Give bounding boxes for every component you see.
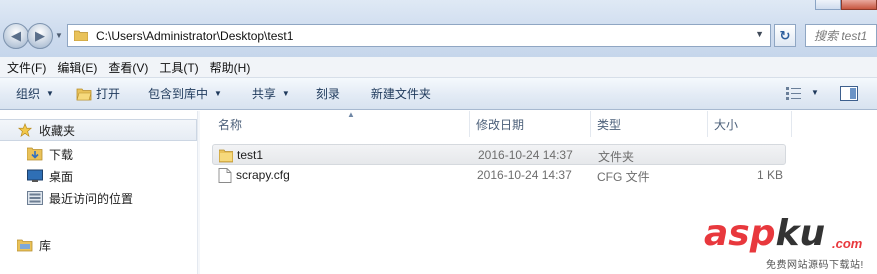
watermark-dotcom: .com <box>832 236 863 251</box>
folder-icon <box>219 149 233 163</box>
address-bar-row: ◀ ▶ ▼ C:\Users\Administrator\Desktop\tes… <box>0 0 877 57</box>
address-history-dropdown[interactable]: ▼ <box>755 29 764 39</box>
refresh-button[interactable]: ↻ <box>774 24 796 47</box>
file-modified: 2016-10-24 14:37 <box>478 148 573 162</box>
chevron-down-icon: ▼ <box>46 89 54 98</box>
command-toolbar: 组织 ▼ 打开 包含到库中 ▼ 共享 ▼ 刻录 新建文件夹 <box>0 78 877 110</box>
column-header-name[interactable]: ▲ 名称 <box>212 110 470 137</box>
column-header-type[interactable]: 类型 <box>591 111 708 137</box>
burn-button[interactable]: 刻录 <box>316 82 340 106</box>
address-path[interactable]: C:\Users\Administrator\Desktop\test1 <box>96 29 293 43</box>
burn-label: 刻录 <box>315 87 340 101</box>
open-folder-icon <box>76 88 92 100</box>
watermark-brand-dark: ku <box>775 213 826 254</box>
column-type-label: 类型 <box>597 117 622 132</box>
file-icon <box>218 168 232 183</box>
watermark-brand-red: asp <box>704 213 776 254</box>
arrow-right-icon: ▶ <box>35 28 45 43</box>
file-name: scrapy.cfg <box>236 168 290 182</box>
sort-ascending-icon: ▲ <box>347 110 355 119</box>
open-label: 打开 <box>95 87 120 101</box>
menu-file[interactable]: 文件(F) <box>4 59 54 76</box>
column-name-label: 名称 <box>218 117 243 132</box>
include-in-library-label: 包含到库中 <box>147 87 208 101</box>
back-button[interactable]: ◀ <box>3 23 29 49</box>
file-type: CFG 文件 <box>597 170 650 184</box>
view-options-dropdown[interactable]: ▼ <box>811 88 819 97</box>
menu-help[interactable]: 帮助(H) <box>207 59 259 76</box>
file-name: test1 <box>237 148 264 162</box>
folder-icon <box>74 30 88 41</box>
arrow-left-icon: ◀ <box>11 28 21 43</box>
nav-libraries-label: 库 <box>39 238 52 253</box>
close-button[interactable] <box>841 0 877 10</box>
nav-recent-places[interactable]: 最近访问的位置 <box>0 187 197 209</box>
menu-edit[interactable]: 编辑(E) <box>54 59 105 76</box>
share-label: 共享 <box>251 87 276 101</box>
change-view-icon[interactable] <box>786 86 802 100</box>
recent-places-icon <box>27 191 43 205</box>
chevron-down-icon: ▼ <box>281 89 290 98</box>
file-row[interactable]: scrapy.cfg 2016-10-24 14:37 CFG 文件 1 KB <box>212 165 786 186</box>
downloads-folder-icon <box>27 147 43 161</box>
nav-libraries[interactable]: 库 <box>0 234 197 256</box>
column-size-label: 大小 <box>714 117 739 132</box>
organize-label: 组织 <box>16 87 41 101</box>
menu-view[interactable]: 查看(V) <box>105 59 156 76</box>
window-controls <box>815 0 877 10</box>
chevron-down-icon: ▼ <box>213 89 222 98</box>
new-folder-label: 新建文件夹 <box>370 87 431 101</box>
search-input[interactable]: 搜索 test1 <box>805 24 877 47</box>
column-modified-label: 修改日期 <box>476 117 525 132</box>
search-placeholder: 搜索 test1 <box>814 29 868 43</box>
address-box[interactable]: C:\Users\Administrator\Desktop\test1 ▼ <box>67 24 771 47</box>
new-folder-button[interactable]: 新建文件夹 <box>371 82 431 106</box>
include-in-library-button[interactable]: 包含到库中 ▼ <box>148 82 222 106</box>
star-icon <box>17 123 33 137</box>
column-header-modified[interactable]: 修改日期 <box>470 111 591 137</box>
file-type: 文件夹 <box>598 150 635 164</box>
libraries-icon <box>17 239 33 252</box>
nav-recent-places-label: 最近访问的位置 <box>49 191 134 206</box>
nav-desktop-label: 桌面 <box>49 169 74 184</box>
forward-button[interactable]: ▶ <box>27 23 53 49</box>
recent-pages-dropdown[interactable]: ▼ <box>55 31 63 40</box>
menu-tools[interactable]: 工具(T) <box>156 59 206 76</box>
desktop-icon <box>27 169 43 182</box>
file-modified: 2016-10-24 14:37 <box>477 168 572 182</box>
nav-downloads-label: 下载 <box>49 147 74 162</box>
nav-favorites[interactable]: 收藏夹 <box>0 119 197 141</box>
navigation-pane: 收藏夹 下载 桌面 最近访问的位置 库 <box>0 111 200 274</box>
share-button[interactable]: 共享 ▼ <box>252 82 290 106</box>
preview-pane-icon[interactable] <box>840 86 858 101</box>
nav-downloads[interactable]: 下载 <box>0 143 197 165</box>
open-button[interactable]: 打开 <box>76 82 120 106</box>
refresh-icon: ↻ <box>779 27 791 43</box>
organize-button[interactable]: 组织 ▼ <box>16 82 54 106</box>
watermark-logo: aspku .com 免费网站源码下载站! <box>704 216 877 274</box>
file-size: 1 KB <box>757 168 784 182</box>
watermark-subtitle: 免费网站源码下载站! <box>766 260 864 271</box>
nav-favorites-label: 收藏夹 <box>39 123 76 138</box>
file-row[interactable]: test1 2016-10-24 14:37 文件夹 <box>212 144 786 165</box>
minimize-button[interactable] <box>815 0 841 10</box>
nav-desktop[interactable]: 桌面 <box>0 165 197 187</box>
column-header-size[interactable]: 大小 <box>708 111 792 137</box>
menu-bar: 文件(F) 编辑(E) 查看(V) 工具(T) 帮助(H) <box>0 57 877 78</box>
